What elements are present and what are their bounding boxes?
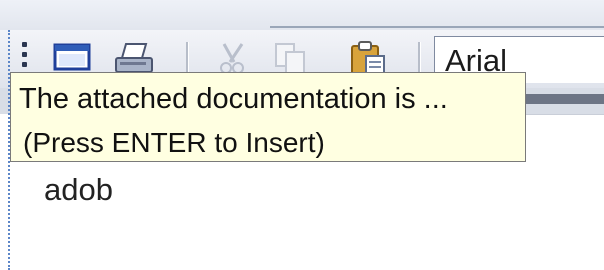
toolbar-separator [186, 42, 189, 72]
toolbar-grip-handle[interactable] [22, 42, 28, 70]
ruler-bar [520, 94, 604, 104]
toolbar-separator [418, 42, 421, 72]
tooltip-hint: (Press ENTER to Insert) [23, 127, 325, 158]
editor-text[interactable]: adob [44, 172, 113, 208]
application-window: Arial adob The attached documentation is… [0, 0, 604, 270]
title-strip-divider [270, 26, 604, 28]
autocomplete-tooltip[interactable]: The attached documentation is ... (Press… [10, 72, 526, 162]
tooltip-title: The attached documentation is ... [19, 83, 448, 115]
